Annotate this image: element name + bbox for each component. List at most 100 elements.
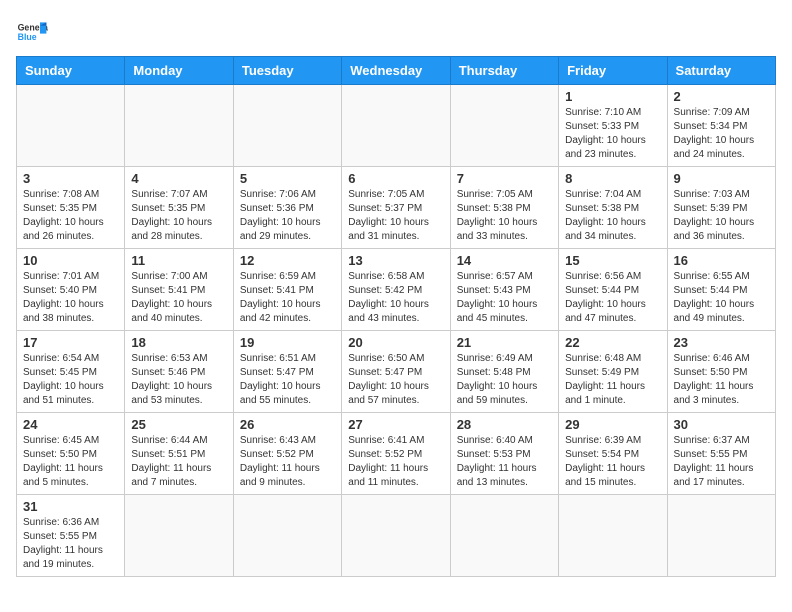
calendar-day-cell: 22Sunrise: 6:48 AM Sunset: 5:49 PM Dayli… (559, 331, 667, 413)
day-info: Sunrise: 7:04 AM Sunset: 5:38 PM Dayligh… (565, 188, 660, 244)
day-number: 14 (457, 253, 552, 268)
calendar-day-cell: 1 Sunrise: 7:10 AM Sunset: 5:33 PM Daylig… (559, 85, 667, 167)
calendar-body: 1 Sunrise: 7:10 AM Sunset: 5:33 PM Daylig… (17, 85, 776, 577)
day-info: Sunrise: 6:46 AM Sunset: 5:50 PM Dayligh… (674, 352, 769, 408)
calendar-week-row: 24 Sunrise: 6:45 AM Sunset: 5:50 PM Dayli… (17, 413, 776, 495)
calendar-day-cell: 29Sunrise: 6:39 AM Sunset: 5:54 PM Dayli… (559, 413, 667, 495)
day-number: 3 (23, 171, 118, 186)
calendar-week-row: 31 Sunrise: 6:36 AM Sunset: 5:55 PM Dayli… (17, 495, 776, 577)
day-number: 30 (674, 417, 769, 432)
calendar-day-cell (667, 495, 775, 577)
day-number: 6 (348, 171, 443, 186)
calendar-day-cell: 11 Sunrise: 7:00 AM Sunset: 5:41 PM Dayli… (125, 249, 233, 331)
day-info: Sunrise: 6:44 AM Sunset: 5:51 PM Dayligh… (131, 434, 226, 490)
header-tuesday: Tuesday (233, 57, 341, 85)
day-number: 10 (23, 253, 118, 268)
day-info: Sunrise: 7:06 AM Sunset: 5:36 PM Dayligh… (240, 188, 335, 244)
day-info: Sunrise: 7:01 AM Sunset: 5:40 PM Dayligh… (23, 270, 118, 326)
day-info: Sunrise: 7:07 AM Sunset: 5:35 PM Dayligh… (131, 188, 226, 244)
calendar-day-cell (450, 85, 558, 167)
day-info: Sunrise: 6:48 AM Sunset: 5:49 PM Dayligh… (565, 352, 660, 408)
calendar-day-cell: 18 Sunrise: 6:53 AM Sunset: 5:46 PM Dayli… (125, 331, 233, 413)
day-info: Sunrise: 7:08 AM Sunset: 5:35 PM Dayligh… (23, 188, 118, 244)
calendar-day-cell (342, 495, 450, 577)
calendar-day-cell (125, 495, 233, 577)
day-number: 28 (457, 417, 552, 432)
day-number: 15 (565, 253, 660, 268)
day-number: 21 (457, 335, 552, 350)
day-number: 19 (240, 335, 335, 350)
day-number: 24 (23, 417, 118, 432)
day-info: Sunrise: 7:00 AM Sunset: 5:41 PM Dayligh… (131, 270, 226, 326)
day-info: Sunrise: 6:37 AM Sunset: 5:55 PM Dayligh… (674, 434, 769, 490)
header-wednesday: Wednesday (342, 57, 450, 85)
header: General Blue (16, 16, 776, 48)
day-info: Sunrise: 6:53 AM Sunset: 5:46 PM Dayligh… (131, 352, 226, 408)
calendar-day-cell: 31 Sunrise: 6:36 AM Sunset: 5:55 PM Dayli… (17, 495, 125, 577)
day-info: Sunrise: 6:43 AM Sunset: 5:52 PM Dayligh… (240, 434, 335, 490)
calendar-day-cell: 25 Sunrise: 6:44 AM Sunset: 5:51 PM Dayli… (125, 413, 233, 495)
calendar-day-cell: 26 Sunrise: 6:43 AM Sunset: 5:52 PM Dayli… (233, 413, 341, 495)
day-info: Sunrise: 6:39 AM Sunset: 5:54 PM Dayligh… (565, 434, 660, 490)
day-number: 8 (565, 171, 660, 186)
header-saturday: Saturday (667, 57, 775, 85)
day-number: 7 (457, 171, 552, 186)
calendar-day-cell (450, 495, 558, 577)
calendar-day-cell: 15Sunrise: 6:56 AM Sunset: 5:44 PM Dayli… (559, 249, 667, 331)
calendar-day-cell: 9 Sunrise: 7:03 AM Sunset: 5:39 PM Daylig… (667, 167, 775, 249)
header-monday: Monday (125, 57, 233, 85)
day-number: 18 (131, 335, 226, 350)
day-number: 17 (23, 335, 118, 350)
header-thursday: Thursday (450, 57, 558, 85)
calendar-day-cell (342, 85, 450, 167)
calendar-day-cell: 21Sunrise: 6:49 AM Sunset: 5:48 PM Dayli… (450, 331, 558, 413)
calendar-day-cell: 17 Sunrise: 6:54 AM Sunset: 5:45 PM Dayli… (17, 331, 125, 413)
calendar-day-cell: 24 Sunrise: 6:45 AM Sunset: 5:50 PM Dayli… (17, 413, 125, 495)
day-number: 12 (240, 253, 335, 268)
day-info: Sunrise: 6:54 AM Sunset: 5:45 PM Dayligh… (23, 352, 118, 408)
day-number: 26 (240, 417, 335, 432)
day-number: 31 (23, 499, 118, 514)
day-info: Sunrise: 6:57 AM Sunset: 5:43 PM Dayligh… (457, 270, 552, 326)
calendar-day-cell: 27Sunrise: 6:41 AM Sunset: 5:52 PM Dayli… (342, 413, 450, 495)
calendar-day-cell: 28 Sunrise: 6:40 AM Sunset: 5:53 PM Dayli… (450, 413, 558, 495)
day-info: Sunrise: 6:51 AM Sunset: 5:47 PM Dayligh… (240, 352, 335, 408)
calendar-week-row: 10 Sunrise: 7:01 AM Sunset: 5:40 PM Dayli… (17, 249, 776, 331)
day-info: Sunrise: 6:36 AM Sunset: 5:55 PM Dayligh… (23, 516, 118, 572)
calendar-day-cell: 14 Sunrise: 6:57 AM Sunset: 5:43 PM Dayli… (450, 249, 558, 331)
day-info: Sunrise: 6:40 AM Sunset: 5:53 PM Dayligh… (457, 434, 552, 490)
header-sunday: Sunday (17, 57, 125, 85)
day-info: Sunrise: 7:10 AM Sunset: 5:33 PM Dayligh… (565, 106, 660, 162)
day-number: 25 (131, 417, 226, 432)
calendar-day-cell: 7 Sunrise: 7:05 AM Sunset: 5:38 PM Daylig… (450, 167, 558, 249)
calendar-day-cell: 4 Sunrise: 7:07 AM Sunset: 5:35 PM Daylig… (125, 167, 233, 249)
day-info: Sunrise: 7:05 AM Sunset: 5:38 PM Dayligh… (457, 188, 552, 244)
day-number: 13 (348, 253, 443, 268)
calendar-table: Sunday Monday Tuesday Wednesday Thursday… (16, 56, 776, 577)
day-number: 4 (131, 171, 226, 186)
calendar-week-row: 17 Sunrise: 6:54 AM Sunset: 5:45 PM Dayli… (17, 331, 776, 413)
calendar-day-cell: 20Sunrise: 6:50 AM Sunset: 5:47 PM Dayli… (342, 331, 450, 413)
day-number: 11 (131, 253, 226, 268)
day-number: 9 (674, 171, 769, 186)
day-info: Sunrise: 6:59 AM Sunset: 5:41 PM Dayligh… (240, 270, 335, 326)
day-number: 1 (565, 89, 660, 104)
calendar-day-cell (125, 85, 233, 167)
day-info: Sunrise: 6:45 AM Sunset: 5:50 PM Dayligh… (23, 434, 118, 490)
calendar-day-cell: 13 Sunrise: 6:58 AM Sunset: 5:42 PM Dayli… (342, 249, 450, 331)
day-number: 16 (674, 253, 769, 268)
calendar-day-cell: 19 Sunrise: 6:51 AM Sunset: 5:47 PM Dayli… (233, 331, 341, 413)
calendar-day-cell: 6Sunrise: 7:05 AM Sunset: 5:37 PM Daylig… (342, 167, 450, 249)
generalblue-logo-icon: General Blue (16, 16, 48, 48)
logo: General Blue (16, 16, 54, 48)
calendar-day-cell: 3 Sunrise: 7:08 AM Sunset: 5:35 PM Daylig… (17, 167, 125, 249)
calendar-day-cell: 23 Sunrise: 6:46 AM Sunset: 5:50 PM Dayli… (667, 331, 775, 413)
day-info: Sunrise: 7:03 AM Sunset: 5:39 PM Dayligh… (674, 188, 769, 244)
day-number: 2 (674, 89, 769, 104)
day-info: Sunrise: 6:58 AM Sunset: 5:42 PM Dayligh… (348, 270, 443, 326)
calendar-day-cell: 10 Sunrise: 7:01 AM Sunset: 5:40 PM Dayli… (17, 249, 125, 331)
day-number: 23 (674, 335, 769, 350)
calendar-day-cell (559, 495, 667, 577)
weekday-header-row: Sunday Monday Tuesday Wednesday Thursday… (17, 57, 776, 85)
calendar-week-row: 3 Sunrise: 7:08 AM Sunset: 5:35 PM Daylig… (17, 167, 776, 249)
